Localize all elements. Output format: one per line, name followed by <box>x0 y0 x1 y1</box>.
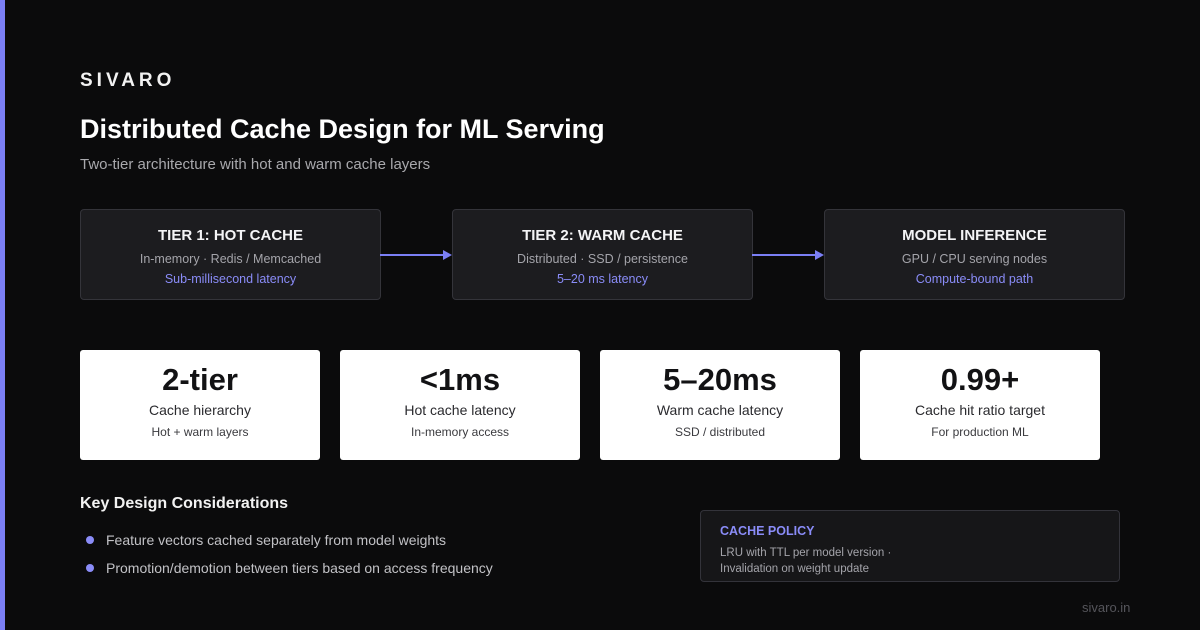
list-item: Feature vectors cached separately from m… <box>86 532 493 560</box>
tier-hot-cache: TIER 1: HOT CACHE In-memory · Redis / Me… <box>80 209 381 300</box>
accent-bar <box>0 0 5 630</box>
stat-value: 2-tier <box>162 362 238 397</box>
tier-warm-cache: TIER 2: WARM CACHE Distributed · SSD / p… <box>452 209 753 300</box>
stat-subtext: For production ML <box>931 425 1029 439</box>
list-item-text: Feature vectors cached separately from m… <box>106 532 447 548</box>
stat-subtext: SSD / distributed <box>674 425 766 439</box>
stat-subtext: In-memory access <box>410 425 510 439</box>
tier-note: Sub-millisecond latency <box>164 272 297 286</box>
tier-model-inference: MODEL INFERENCE GPU / CPU serving nodes … <box>824 209 1125 300</box>
stat-card-hierarchy: 2-tier Cache hierarchy Hot + warm layers <box>80 350 320 460</box>
stat-card-warm-latency: 5–20ms Warm cache latency SSD / distribu… <box>600 350 840 460</box>
arrow-right-icon <box>380 250 452 260</box>
cache-policy-box: CACHE POLICY LRU with TTL per model vers… <box>700 510 1120 582</box>
stat-subtext: Hot + warm layers <box>151 425 249 439</box>
tier-description: Distributed · SSD / persistence <box>517 252 688 266</box>
tier-note: 5–20 ms latency <box>556 272 649 286</box>
list-item: Promotion/demotion between tiers based o… <box>86 560 493 588</box>
footer-url: sivaro.in <box>1082 600 1131 615</box>
stat-value: 0.99+ <box>940 362 1020 397</box>
stat-label: Cache hierarchy <box>149 402 251 418</box>
policy-text: LRU with TTL per model version · Invalid… <box>720 547 892 575</box>
tier-description: In-memory · Redis / Memcached <box>139 252 322 266</box>
bullet-dot-icon <box>86 536 94 544</box>
stat-label: Cache hit ratio target <box>915 402 1045 418</box>
page-title: Distributed Cache Design for ML Serving <box>80 114 605 144</box>
brand-logo: SIVARO <box>80 70 176 91</box>
tier-description: GPU / CPU serving nodes <box>901 252 1048 266</box>
tier-note: Compute-bound path <box>915 272 1034 286</box>
stat-card-hot-latency: <1ms Hot cache latency In-memory access <box>340 350 580 460</box>
stat-value: <1ms <box>419 362 501 397</box>
considerations-title: Key Design Considerations <box>80 495 289 512</box>
arrow-right-icon <box>752 250 824 260</box>
list-item-text: Promotion/demotion between tiers based o… <box>106 560 493 576</box>
stat-label: Hot cache latency <box>404 402 516 418</box>
tier-title: TIER 2: WARM CACHE <box>522 227 683 244</box>
bullet-dot-icon <box>86 564 94 572</box>
tier-title: TIER 1: HOT CACHE <box>157 227 303 244</box>
policy-title: CACHE POLICY <box>720 524 815 538</box>
stat-card-hit-ratio: 0.99+ Cache hit ratio target For product… <box>860 350 1100 460</box>
stat-value: 5–20ms <box>663 362 777 397</box>
page-subtitle: Two-tier architecture with hot and warm … <box>80 156 431 173</box>
tier-title: MODEL INFERENCE <box>902 227 1047 244</box>
considerations-list: Feature vectors cached separately from m… <box>86 532 493 588</box>
stat-label: Warm cache latency <box>656 402 784 418</box>
